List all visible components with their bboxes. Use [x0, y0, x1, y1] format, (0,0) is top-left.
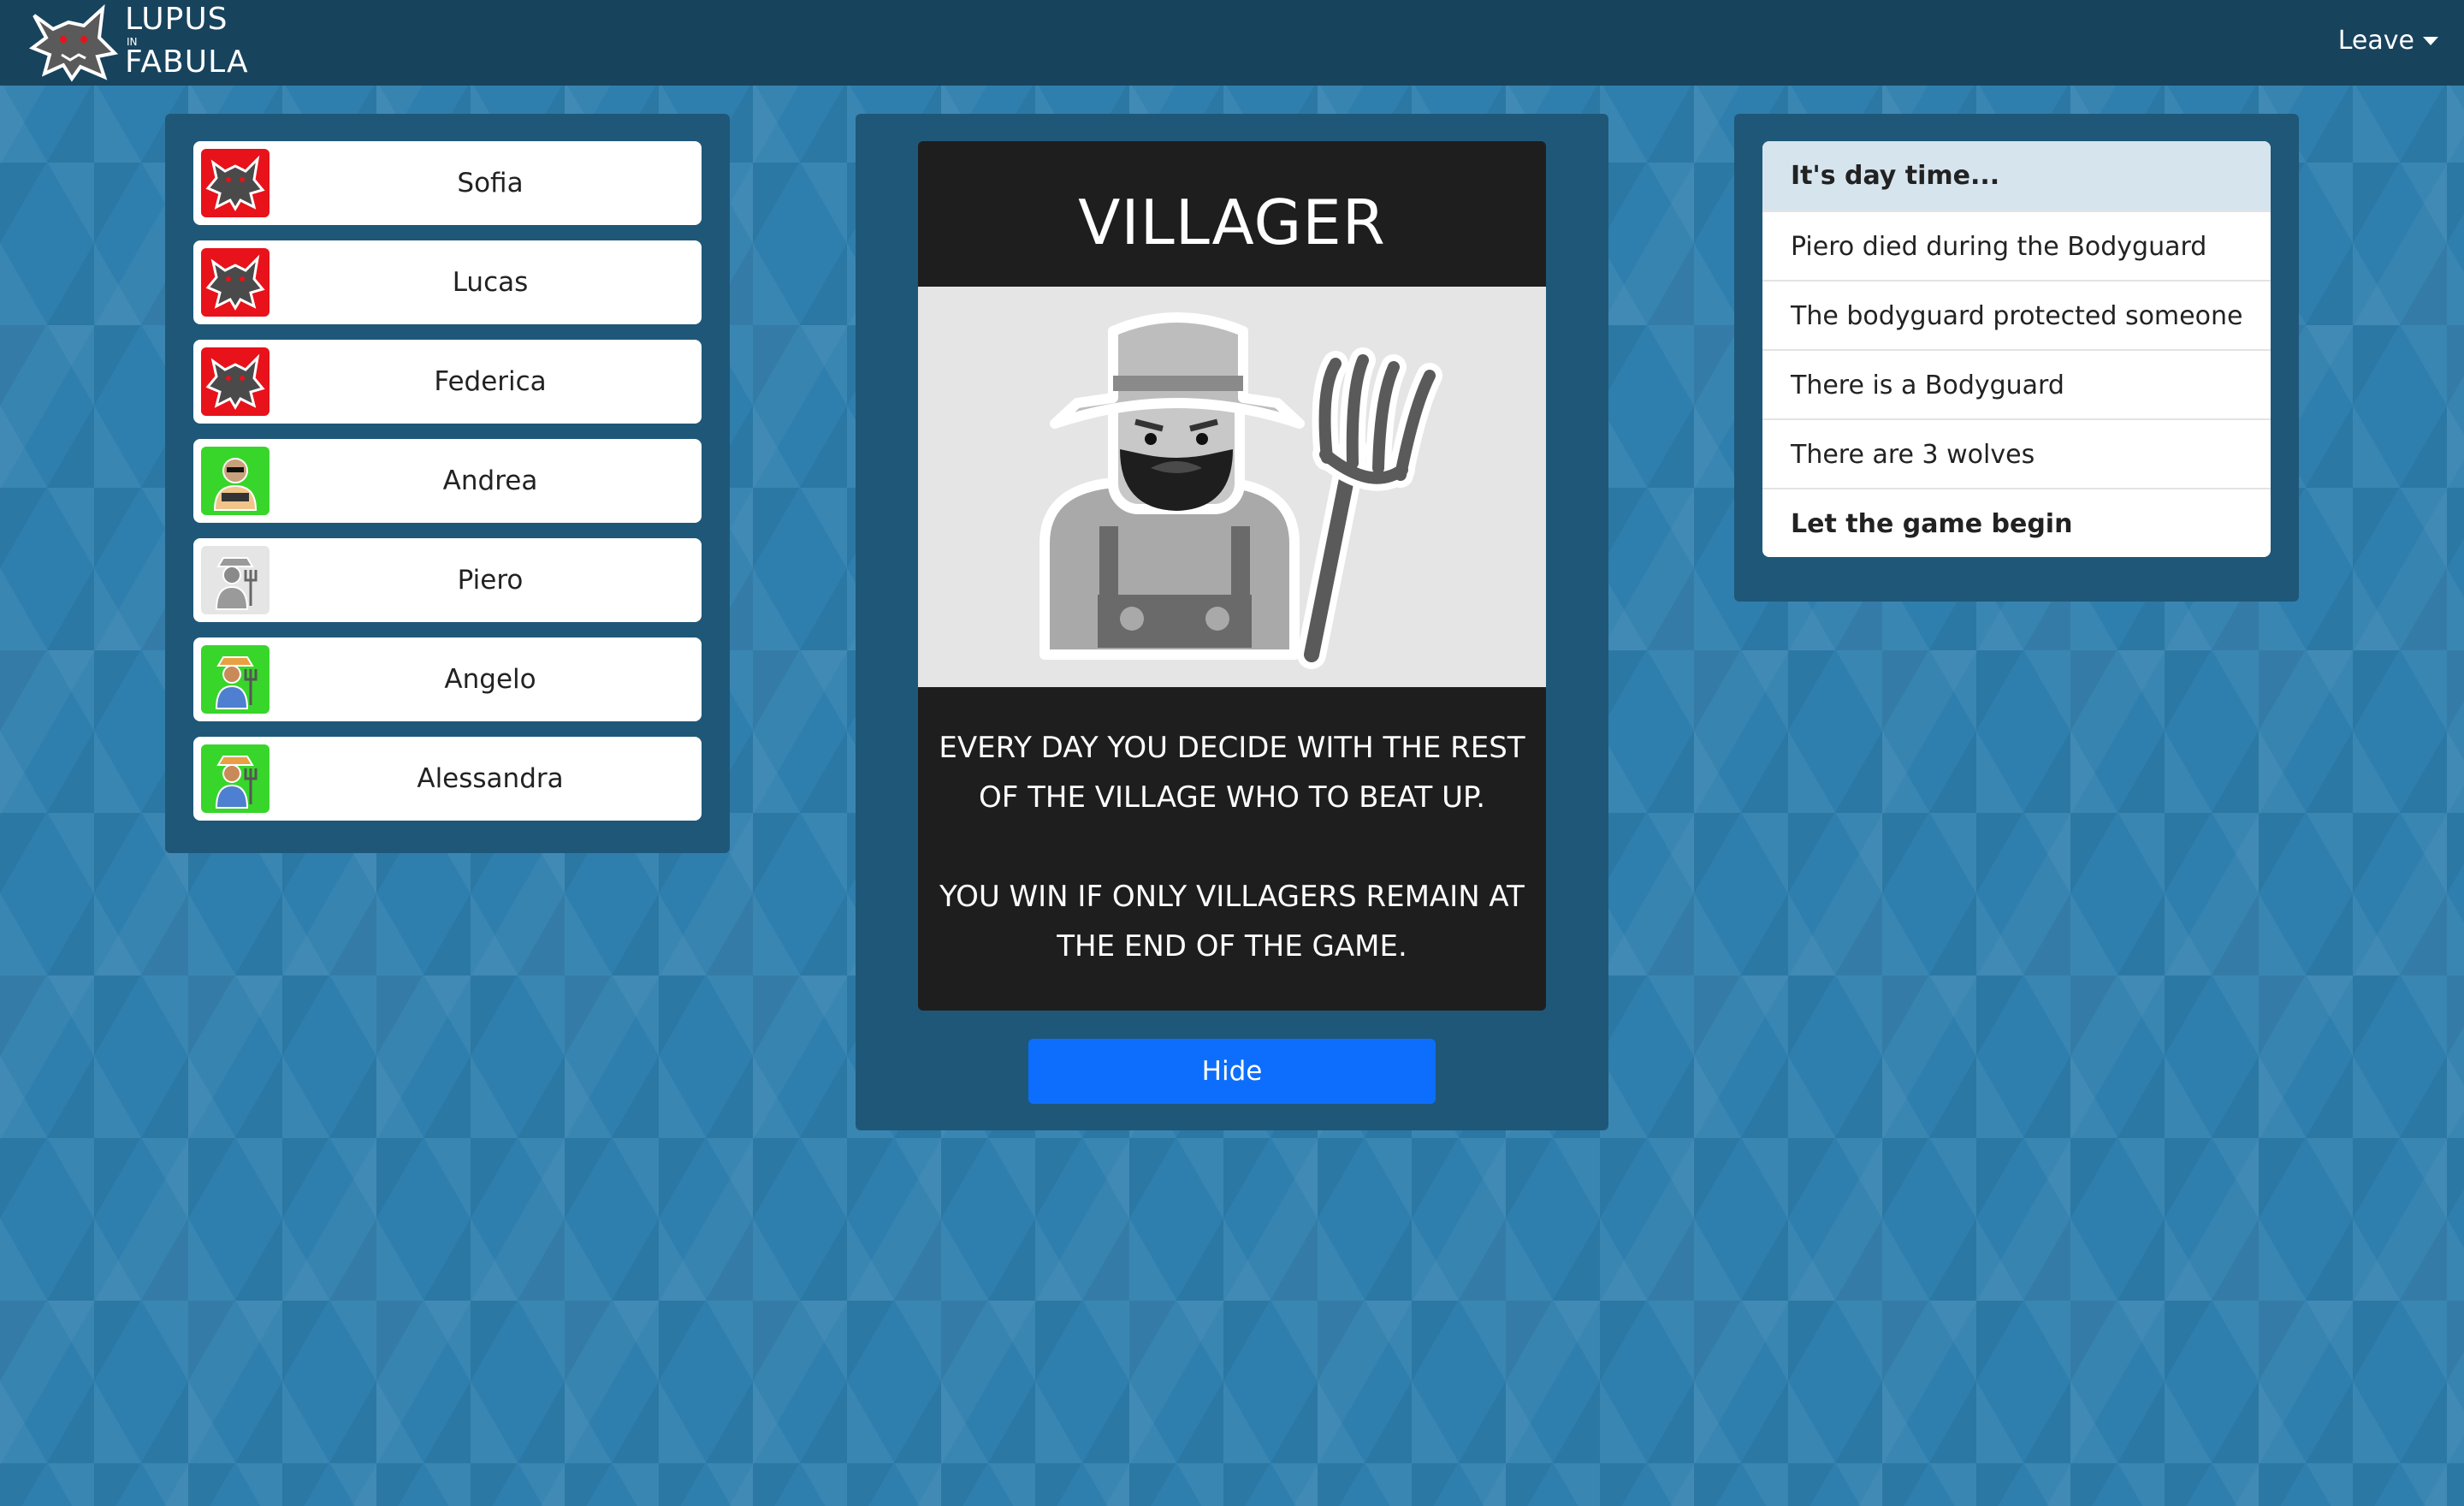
player-name: Federica — [434, 366, 547, 397]
role-card: VILLAGER EVERY DAY YOU DECIDE WITH THE R… — [918, 141, 1546, 1011]
leave-dropdown[interactable]: Leave — [2338, 26, 2438, 56]
wolf-logo-icon — [28, 3, 119, 82]
role-title: VILLAGER — [1078, 187, 1386, 258]
wolf-icon — [201, 347, 270, 416]
caret-down-icon — [2423, 36, 2438, 45]
player-item[interactable]: Alessandra — [193, 737, 702, 821]
player-name: Sofia — [457, 168, 524, 199]
brand-line-1: LUPUS — [125, 2, 228, 37]
role-description-line: EVERY DAY YOU DECIDE WITH THE REST OF TH… — [939, 731, 1525, 815]
player-name: Andrea — [442, 465, 538, 496]
player-item[interactable]: Andrea — [193, 439, 702, 523]
villager-illustration-icon — [1040, 312, 1442, 669]
player-item[interactable]: Piero — [193, 538, 702, 622]
brand-line-3: FABULA — [125, 44, 249, 80]
player-item[interactable]: Angelo — [193, 637, 702, 721]
log-item: There are 3 wolves — [1762, 418, 2271, 488]
role-art — [918, 287, 1546, 687]
wolf-icon — [201, 248, 270, 317]
event-log-panel: It's day time... Piero died during the B… — [1734, 114, 2299, 602]
log-header: It's day time... — [1762, 141, 2271, 210]
player-name: Lucas — [452, 267, 529, 298]
role-description: EVERY DAY YOU DECIDE WITH THE REST OF TH… — [935, 723, 1529, 1011]
players-panel: Sofia Lucas Federica Andrea Piero Angelo — [165, 114, 730, 853]
player-item[interactable]: Sofia — [193, 141, 702, 225]
villager-icon — [201, 744, 270, 813]
player-item[interactable]: Federica — [193, 340, 702, 424]
player-name: Angelo — [444, 664, 536, 695]
top-navbar: LUPUS IN FABULA Leave — [0, 0, 2464, 86]
log-item: Piero died during the Bodyguard — [1762, 210, 2271, 280]
player-name: Alessandra — [417, 763, 564, 794]
player-name: Piero — [457, 565, 524, 596]
villager-icon — [201, 645, 270, 714]
role-description-line: YOU WIN IF ONLY VILLAGERS REMAIN AT THE … — [939, 880, 1525, 963]
hide-button[interactable]: Hide — [1028, 1039, 1436, 1104]
leave-label: Leave — [2337, 26, 2414, 56]
role-panel: VILLAGER EVERY DAY YOU DECIDE WITH THE R… — [856, 114, 1608, 1130]
bodyguard-icon — [201, 447, 270, 515]
event-log: It's day time... Piero died during the B… — [1762, 141, 2271, 557]
wolf-icon — [201, 149, 270, 217]
log-item: There is a Bodyguard — [1762, 349, 2271, 418]
log-item: Let the game begin — [1762, 488, 2271, 557]
log-item: The bodyguard protected someone — [1762, 280, 2271, 349]
dead-villager-icon — [201, 546, 270, 614]
player-item[interactable]: Lucas — [193, 240, 702, 324]
